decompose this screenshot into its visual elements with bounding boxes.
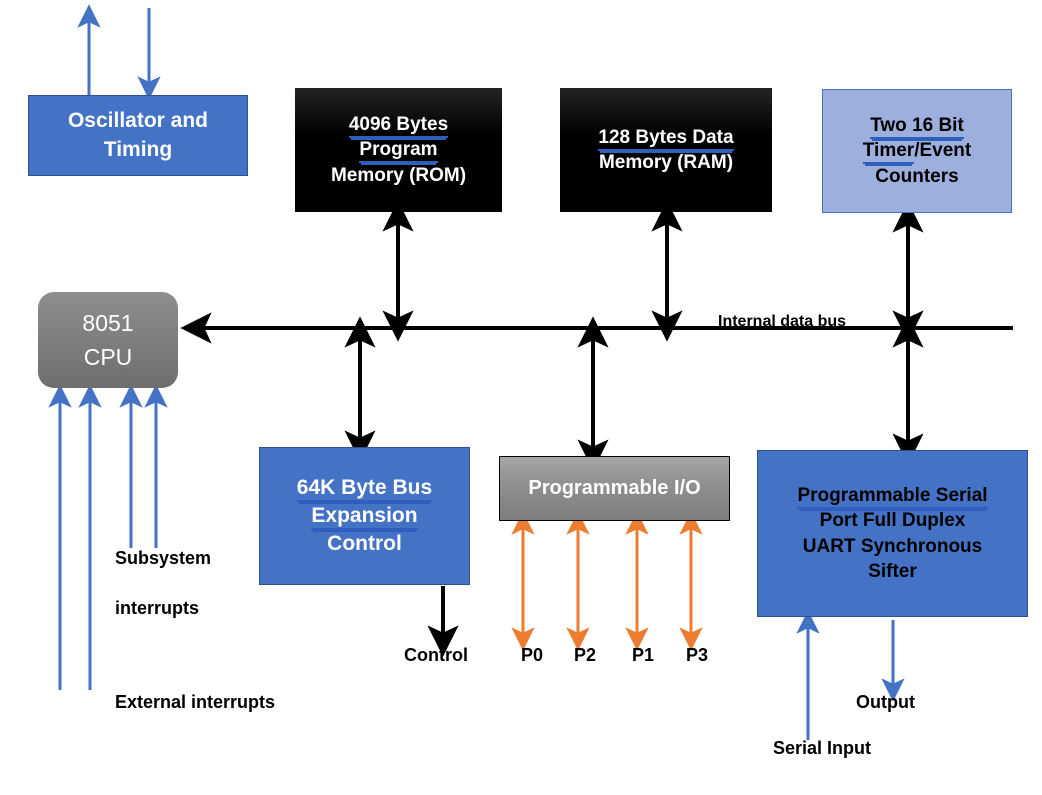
- timer-line-2: Timer/Event: [862, 138, 972, 165]
- cpu-line-2: CPU: [83, 344, 133, 370]
- ram-line-1-text: 128 Bytes Data: [598, 126, 734, 151]
- block-64k-byte-bus-expansion-control: 64K Byte Bus Expansion Control: [259, 447, 470, 585]
- rom-line-1-text: 4096 Bytes: [348, 113, 449, 138]
- cpu-line-1: 8051: [82, 309, 134, 336]
- bus64-line-1: 64K Byte Bus: [296, 474, 433, 502]
- serial-line-2: Port Full Duplex: [819, 510, 966, 532]
- serial-line-3: UART Synchronous: [802, 535, 983, 557]
- block-timer-event-counters: Two 16 Bit Timer/Event Counters: [822, 89, 1012, 213]
- label-port-p0: P0: [521, 645, 544, 665]
- label-subsystem-interrupts-line2: interrupts: [115, 598, 200, 618]
- block-8051-cpu: 8051 CPU: [38, 292, 178, 388]
- label-port-p1: P1: [632, 645, 655, 665]
- block-programmable-serial-port: Programmable Serial Port Full Duplex UAR…: [757, 450, 1028, 617]
- block-oscillator-and-timing: Oscillator and Timing: [28, 95, 248, 176]
- oscillator-line-1: Oscillator and: [67, 109, 209, 133]
- label-port-p2: P2: [574, 645, 597, 665]
- timer-line-1: Two 16 Bit: [870, 113, 964, 139]
- timer-line-2b-text: /Event: [914, 140, 972, 162]
- rom-line-3: Memory (ROM): [330, 164, 467, 186]
- timer-line-2-text: Timer: [862, 140, 915, 165]
- label-subsystem-interrupts-line1: Subsystem: [115, 548, 212, 568]
- rom-line-2-text: Program: [359, 139, 438, 164]
- bus64-line-3: Control: [327, 532, 402, 556]
- serial-line-1: Programmable Serial: [797, 483, 988, 509]
- timer-line-3: Counters: [875, 165, 959, 187]
- block-programmable-io: Programmable I/O: [499, 456, 730, 521]
- label-port-p3: P3: [686, 645, 709, 665]
- serial-line-4: Sifter: [868, 560, 917, 582]
- label-external-interrupts: External interrupts: [115, 692, 276, 712]
- bus64-line-2: Expansion: [311, 502, 418, 530]
- label-serial-input: Serial Input: [773, 738, 872, 758]
- label-control: Control: [404, 645, 468, 665]
- oscillator-line-2: Timing: [103, 137, 173, 161]
- diagram-canvas: Oscillator and Timing 4096 Bytes Program…: [0, 0, 1042, 795]
- rom-line-1: 4096 Bytes: [348, 112, 449, 138]
- timer-line-1-text: Two 16 Bit: [870, 114, 964, 139]
- ram-line-1: 128 Bytes Data: [598, 125, 734, 151]
- rom-line-2: Program: [359, 137, 438, 164]
- block-data-memory-ram: 128 Bytes Data Memory (RAM): [560, 88, 772, 212]
- bus64-line-1-text: 64K Byte Bus: [296, 475, 433, 502]
- block-program-memory-rom: 4096 Bytes Program Memory (ROM): [295, 88, 502, 212]
- serial-line-1-text: Programmable Serial: [797, 484, 988, 509]
- label-output: Output: [856, 692, 915, 712]
- bus64-line-2-text: Expansion: [311, 503, 418, 530]
- ram-line-2: Memory (RAM): [598, 152, 734, 173]
- label-internal-data-bus: Internal data bus: [718, 313, 847, 330]
- io-line-1: Programmable I/O: [528, 477, 701, 500]
